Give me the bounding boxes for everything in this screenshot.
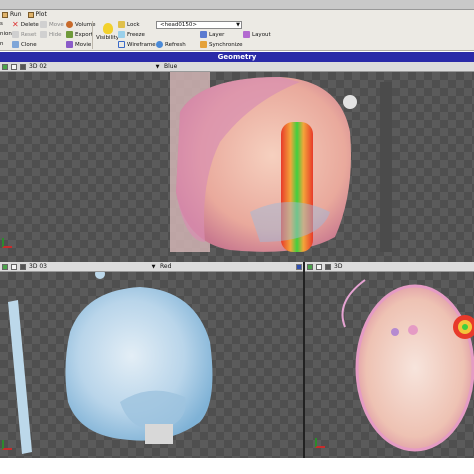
delete-label: Delete — [20, 21, 39, 28]
dataset-value: <head0150> — [160, 22, 197, 28]
export-button[interactable]: Export — [66, 31, 93, 38]
head-render-axial — [341, 279, 474, 452]
hide-icon — [40, 31, 47, 38]
export-label: Export — [75, 31, 94, 38]
lock-button[interactable]: Lock — [118, 21, 140, 28]
freeze-label: Freeze — [127, 31, 145, 38]
menu-run[interactable]: Run — [2, 11, 22, 18]
view-toggle-icon[interactable] — [307, 263, 313, 270]
layout-icon — [243, 31, 250, 38]
head-render-blue — [8, 272, 213, 454]
freeze-button[interactable]: Freeze — [118, 31, 145, 38]
synchronize-icon — [200, 41, 207, 48]
move-label: Move — [49, 21, 64, 28]
run-icon — [2, 11, 8, 18]
view-sync-icon[interactable] — [11, 63, 17, 70]
toolbar-left-label-1: s — [0, 21, 3, 27]
menu-run-label: Run — [10, 11, 22, 18]
axis-gizmo-icon — [2, 238, 12, 248]
menu-plot[interactable]: Plot — [27, 11, 47, 18]
wireframe-label: Wireframe — [127, 41, 156, 48]
freeze-icon — [118, 31, 125, 38]
view-sync-icon[interactable] — [316, 263, 322, 270]
toolbar: s nion n ✕ Delete Reset Clone Move Hide … — [0, 19, 474, 51]
view-sync-icon[interactable] — [11, 263, 17, 270]
synchronize-label: Synchronize — [209, 41, 243, 48]
view-camera-icon[interactable] — [20, 63, 26, 70]
visibility-label: Visibility — [96, 35, 120, 41]
wireframe-icon — [118, 41, 125, 48]
movie-icon — [66, 41, 73, 48]
view-name[interactable]: 3D 02 — [29, 63, 151, 70]
export-icon — [66, 31, 73, 38]
view-color[interactable]: Blue — [164, 63, 177, 70]
hide-button[interactable]: Hide — [40, 31, 62, 38]
chevron-down-icon[interactable]: ▼ — [150, 264, 157, 270]
refresh-label: Refresh — [165, 41, 186, 48]
volume-icon — [66, 21, 73, 28]
toolbar-left-label-3: n — [0, 41, 4, 47]
view-name[interactable]: 3D — [334, 263, 342, 270]
view-color[interactable]: Red — [160, 263, 171, 270]
head-render-side — [170, 72, 392, 252]
layout-button[interactable]: Layout — [243, 31, 271, 38]
chevron-down-icon[interactable]: ▼ — [154, 64, 161, 70]
view-header-bottom-right: 3D — [305, 262, 474, 272]
view-camera-icon[interactable] — [20, 263, 26, 270]
menu-bar: Run Plot — [0, 10, 474, 19]
movie-label: Movie — [75, 41, 92, 48]
clone-label: Clone — [21, 41, 37, 48]
view-header-top: 3D 02 ▼ Blue — [0, 62, 474, 72]
delete-icon: ✕ — [12, 20, 19, 29]
visibility-button[interactable]: Visibility — [96, 23, 119, 41]
refresh-icon — [156, 41, 163, 48]
reset-label: Reset — [21, 31, 37, 38]
view-toggle-icon[interactable] — [2, 263, 8, 270]
viewport-3d-top[interactable] — [0, 72, 474, 262]
move-icon — [40, 21, 47, 28]
refresh-button[interactable]: Refresh — [156, 41, 186, 48]
reset-icon — [12, 31, 19, 38]
plot-icon — [27, 11, 34, 18]
lightbulb-icon — [102, 23, 113, 34]
reset-button[interactable]: Reset — [12, 31, 36, 38]
delete-button[interactable]: ✕ Delete — [12, 20, 39, 29]
chevron-down-icon: ▼ — [236, 22, 240, 28]
view-toggle-icon[interactable] — [2, 63, 8, 70]
layout-label: Layout — [252, 31, 271, 38]
synchronize-button[interactable]: Synchronize — [200, 41, 243, 48]
lock-icon — [118, 21, 125, 28]
toolbar-separator — [92, 21, 93, 49]
view-tool-icon[interactable] — [296, 264, 302, 270]
layer-icon — [200, 31, 207, 38]
wireframe-button[interactable]: Wireframe — [118, 41, 156, 48]
dataset-dropdown[interactable]: <head0150> ▼ — [156, 21, 242, 29]
clone-button[interactable]: Clone — [12, 41, 37, 48]
axis-gizmo-icon — [315, 438, 325, 448]
view-name[interactable]: 3D 03 — [29, 263, 147, 270]
movie-button[interactable]: Movie — [66, 41, 91, 48]
hide-label: Hide — [49, 31, 62, 38]
clone-icon — [12, 41, 19, 48]
viewport-3d-bottom-left[interactable] — [0, 272, 303, 458]
viewport-3d-bottom-right[interactable] — [305, 272, 474, 458]
view-camera-icon[interactable] — [325, 263, 331, 270]
axis-gizmo-icon — [2, 440, 12, 450]
window-bottom-strip — [0, 458, 474, 474]
window-top-strip — [0, 0, 474, 10]
menu-plot-label: Plot — [35, 11, 47, 18]
layer-label: Layer — [209, 31, 225, 38]
toolbar-left-label-2: nion — [0, 31, 12, 37]
view-header-bottom-left: 3D 03 ▼ Red — [0, 262, 304, 272]
view-tools — [296, 264, 302, 270]
geometry-title-bar: Geometry — [0, 52, 474, 62]
lock-label: Lock — [127, 21, 140, 28]
layer-button[interactable]: Layer — [200, 31, 224, 38]
move-button[interactable]: Move — [40, 21, 64, 28]
